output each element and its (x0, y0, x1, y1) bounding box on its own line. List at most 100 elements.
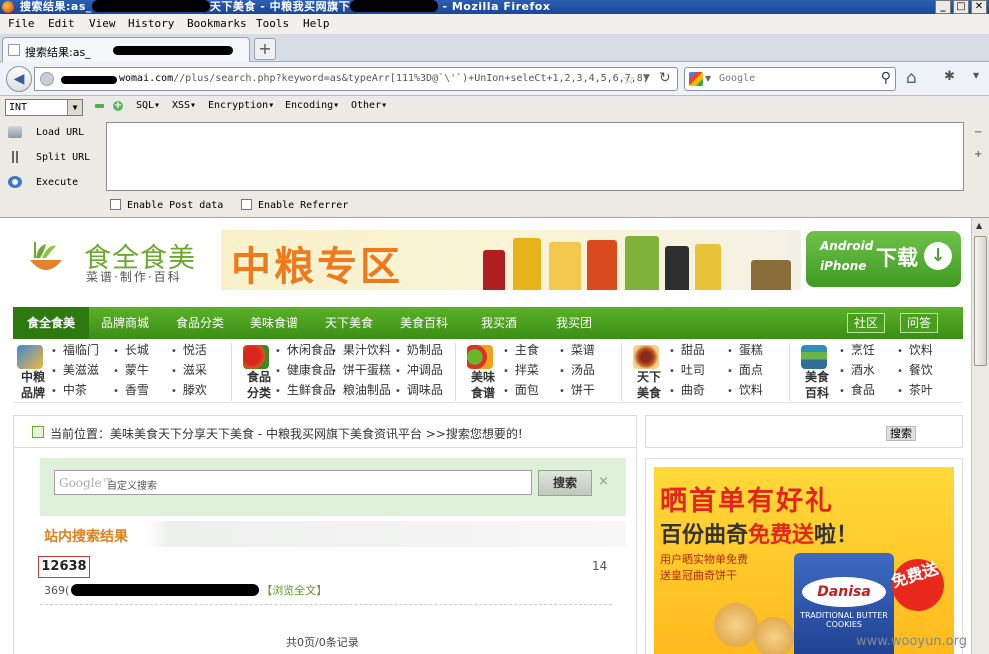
category-link[interactable]: 奶制品 (395, 341, 443, 358)
site-logo[interactable]: 食全食美 菜谱·制作·百科 (26, 232, 206, 288)
sidebar-search-button[interactable]: 搜索 (886, 426, 916, 441)
category-link[interactable]: 果汁饮料 (331, 341, 391, 358)
category-link[interactable]: 粮油制品 (331, 381, 391, 398)
menu-bookmarks[interactable]: Bookmarks (187, 17, 247, 30)
chevron-down-icon[interactable]: ▼ (67, 100, 82, 115)
category-link[interactable]: 面点 (727, 361, 763, 378)
menu-help[interactable]: Help (303, 17, 330, 30)
clear-icon[interactable]: × (598, 474, 609, 489)
decrease-icon[interactable] (95, 104, 104, 108)
menu-sql[interactable]: SQL▾ (136, 100, 160, 111)
maximize-button[interactable]: □ (953, 0, 969, 14)
execute-button[interactable]: Execute (8, 176, 78, 188)
category-link[interactable]: 福临门 (51, 341, 99, 358)
addon-dropdown-icon[interactable]: ▼ (973, 71, 979, 80)
category-link[interactable]: 餐饮 (897, 361, 933, 378)
back-button[interactable]: ◀ (6, 66, 32, 92)
google-icon[interactable] (689, 72, 703, 86)
menu-other[interactable]: Other▾ (351, 100, 387, 111)
engine-dropdown-icon[interactable]: ▼ (705, 74, 711, 83)
custom-search-input[interactable]: Google™ 自定义搜索 (54, 470, 532, 495)
cofco-banner[interactable]: 中粮专区 (221, 230, 801, 290)
split-url-button[interactable]: Split URL (8, 151, 90, 163)
category-link[interactable]: 吐司 (669, 361, 705, 378)
category-link[interactable]: 菜谱 (559, 341, 595, 358)
category-link[interactable]: 茶叶 (897, 381, 933, 398)
url-dropdown-icon[interactable]: ▼ (643, 73, 650, 83)
nav-community-button[interactable]: 社区 (847, 313, 886, 333)
menu-encryption[interactable]: Encryption▾ (208, 100, 274, 111)
enable-post-checkbox[interactable]: Enable Post data (110, 199, 223, 211)
menu-xss[interactable]: XSS▾ (172, 100, 196, 111)
read-more-link[interactable]: 【浏览全文】 (261, 584, 327, 597)
category-link[interactable]: 长城 (113, 341, 149, 358)
category-link[interactable]: 饮料 (897, 341, 933, 358)
category-link[interactable]: 健康食品 (275, 361, 335, 378)
search-bar[interactable]: ▼ Google ⚲ (684, 67, 896, 91)
category-link[interactable]: 生鲜食品 (275, 381, 335, 398)
nav-qa-button[interactable]: 问答 (900, 313, 939, 333)
category-link[interactable]: 蛋糕 (727, 341, 763, 358)
nav-item-wine[interactable]: 我买酒 (481, 307, 517, 339)
scroll-up-icon[interactable]: ▲ (976, 221, 982, 230)
nav-item-food-wiki[interactable]: 美食百科 (400, 307, 448, 339)
category-link[interactable]: 饼干蛋糕 (331, 361, 391, 378)
category-link[interactable]: 中茶 (51, 381, 87, 398)
category-link[interactable]: 香雪 (113, 381, 149, 398)
category-link[interactable]: 甜品 (669, 341, 705, 358)
nav-item-food-category[interactable]: 食品分类 (176, 307, 224, 339)
breadcrumb-text[interactable]: 当前位置：美味美食天下分享天下美食 - 中粮我买网旗下美食资讯平台 >>搜索您想… (50, 425, 523, 442)
type-select[interactable]: INT ▼ (5, 99, 83, 116)
new-tab-button[interactable]: + (254, 38, 276, 60)
category-link[interactable]: 休闲食品 (275, 341, 335, 358)
nav-item-world-food[interactable]: 天下美食 (325, 307, 373, 339)
category-link[interactable]: 蒙牛 (113, 361, 149, 378)
menu-tools[interactable]: Tools (256, 17, 289, 30)
category-link[interactable]: 烹饪 (839, 341, 875, 358)
nav-item-recipes[interactable]: 美味食谱 (250, 307, 298, 339)
textarea-scroll-arrows[interactable]: − + (974, 122, 982, 166)
search-icon[interactable]: ⚲ (881, 70, 891, 86)
nav-item-home[interactable]: 食全食美 (13, 307, 89, 339)
nav-item-group-buy[interactable]: 我买团 (556, 307, 592, 339)
category-link[interactable]: 美滋滋 (51, 361, 99, 378)
category-link[interactable]: 曲奇 (669, 381, 705, 398)
result-number[interactable]: 12638 (38, 556, 90, 578)
increase-icon[interactable]: + (113, 101, 123, 111)
addon-icon[interactable]: ✱ (944, 69, 955, 84)
category-link[interactable]: 面包 (503, 381, 539, 398)
tab-active[interactable]: 搜索结果:as_ (2, 37, 250, 62)
url-textarea[interactable] (106, 122, 964, 191)
menu-file[interactable]: File (8, 17, 35, 30)
category-link[interactable]: 饼干 (559, 381, 595, 398)
page-scrollbar[interactable]: ▲ (971, 218, 989, 654)
menu-history[interactable]: History (128, 17, 174, 30)
category-link[interactable]: 滋采 (171, 361, 207, 378)
promo-ad[interactable]: 晒首单有好礼 百份曲奇免费送啦！ 用户晒实物单免费 送皇冠曲奇饼干 Danisa… (645, 458, 963, 654)
reload-icon[interactable]: ↻ (659, 70, 671, 86)
category-link[interactable]: 调味品 (395, 381, 443, 398)
menu-encoding[interactable]: Encoding▾ (285, 100, 339, 111)
category-link[interactable]: 主食 (503, 341, 539, 358)
category-link[interactable]: 食品 (839, 381, 875, 398)
custom-search-button[interactable]: 搜索 (538, 470, 592, 496)
minimize-button[interactable]: _ (935, 0, 951, 14)
menu-edit[interactable]: Edit (48, 17, 75, 30)
home-icon[interactable]: ⌂ (906, 68, 917, 88)
scrollbar-thumb[interactable] (974, 236, 987, 366)
menu-view[interactable]: View (89, 17, 116, 30)
category-link[interactable]: 饮料 (727, 381, 763, 398)
close-button[interactable]: ✕ (971, 0, 987, 14)
category-link[interactable]: 酒水 (839, 361, 875, 378)
category-link[interactable]: 拌菜 (503, 361, 539, 378)
category-link[interactable]: 汤品 (559, 361, 595, 378)
category-link[interactable]: 冲调品 (395, 361, 443, 378)
category-link[interactable]: 滕欢 (171, 381, 207, 398)
nav-item-brand-mall[interactable]: 品牌商城 (101, 307, 149, 339)
enable-referrer-checkbox[interactable]: Enable Referrer (241, 199, 348, 211)
app-download-button[interactable]: Android iPhone 下载 ↓ (806, 231, 961, 287)
category-link[interactable]: 悦活 (171, 341, 207, 358)
load-url-button[interactable]: Load URL (8, 126, 84, 138)
bookmark-star-icon[interactable]: ☆ (622, 70, 635, 88)
url-bar[interactable]: womai.com//plus/search.php?keyword=as&ty… (34, 67, 678, 91)
